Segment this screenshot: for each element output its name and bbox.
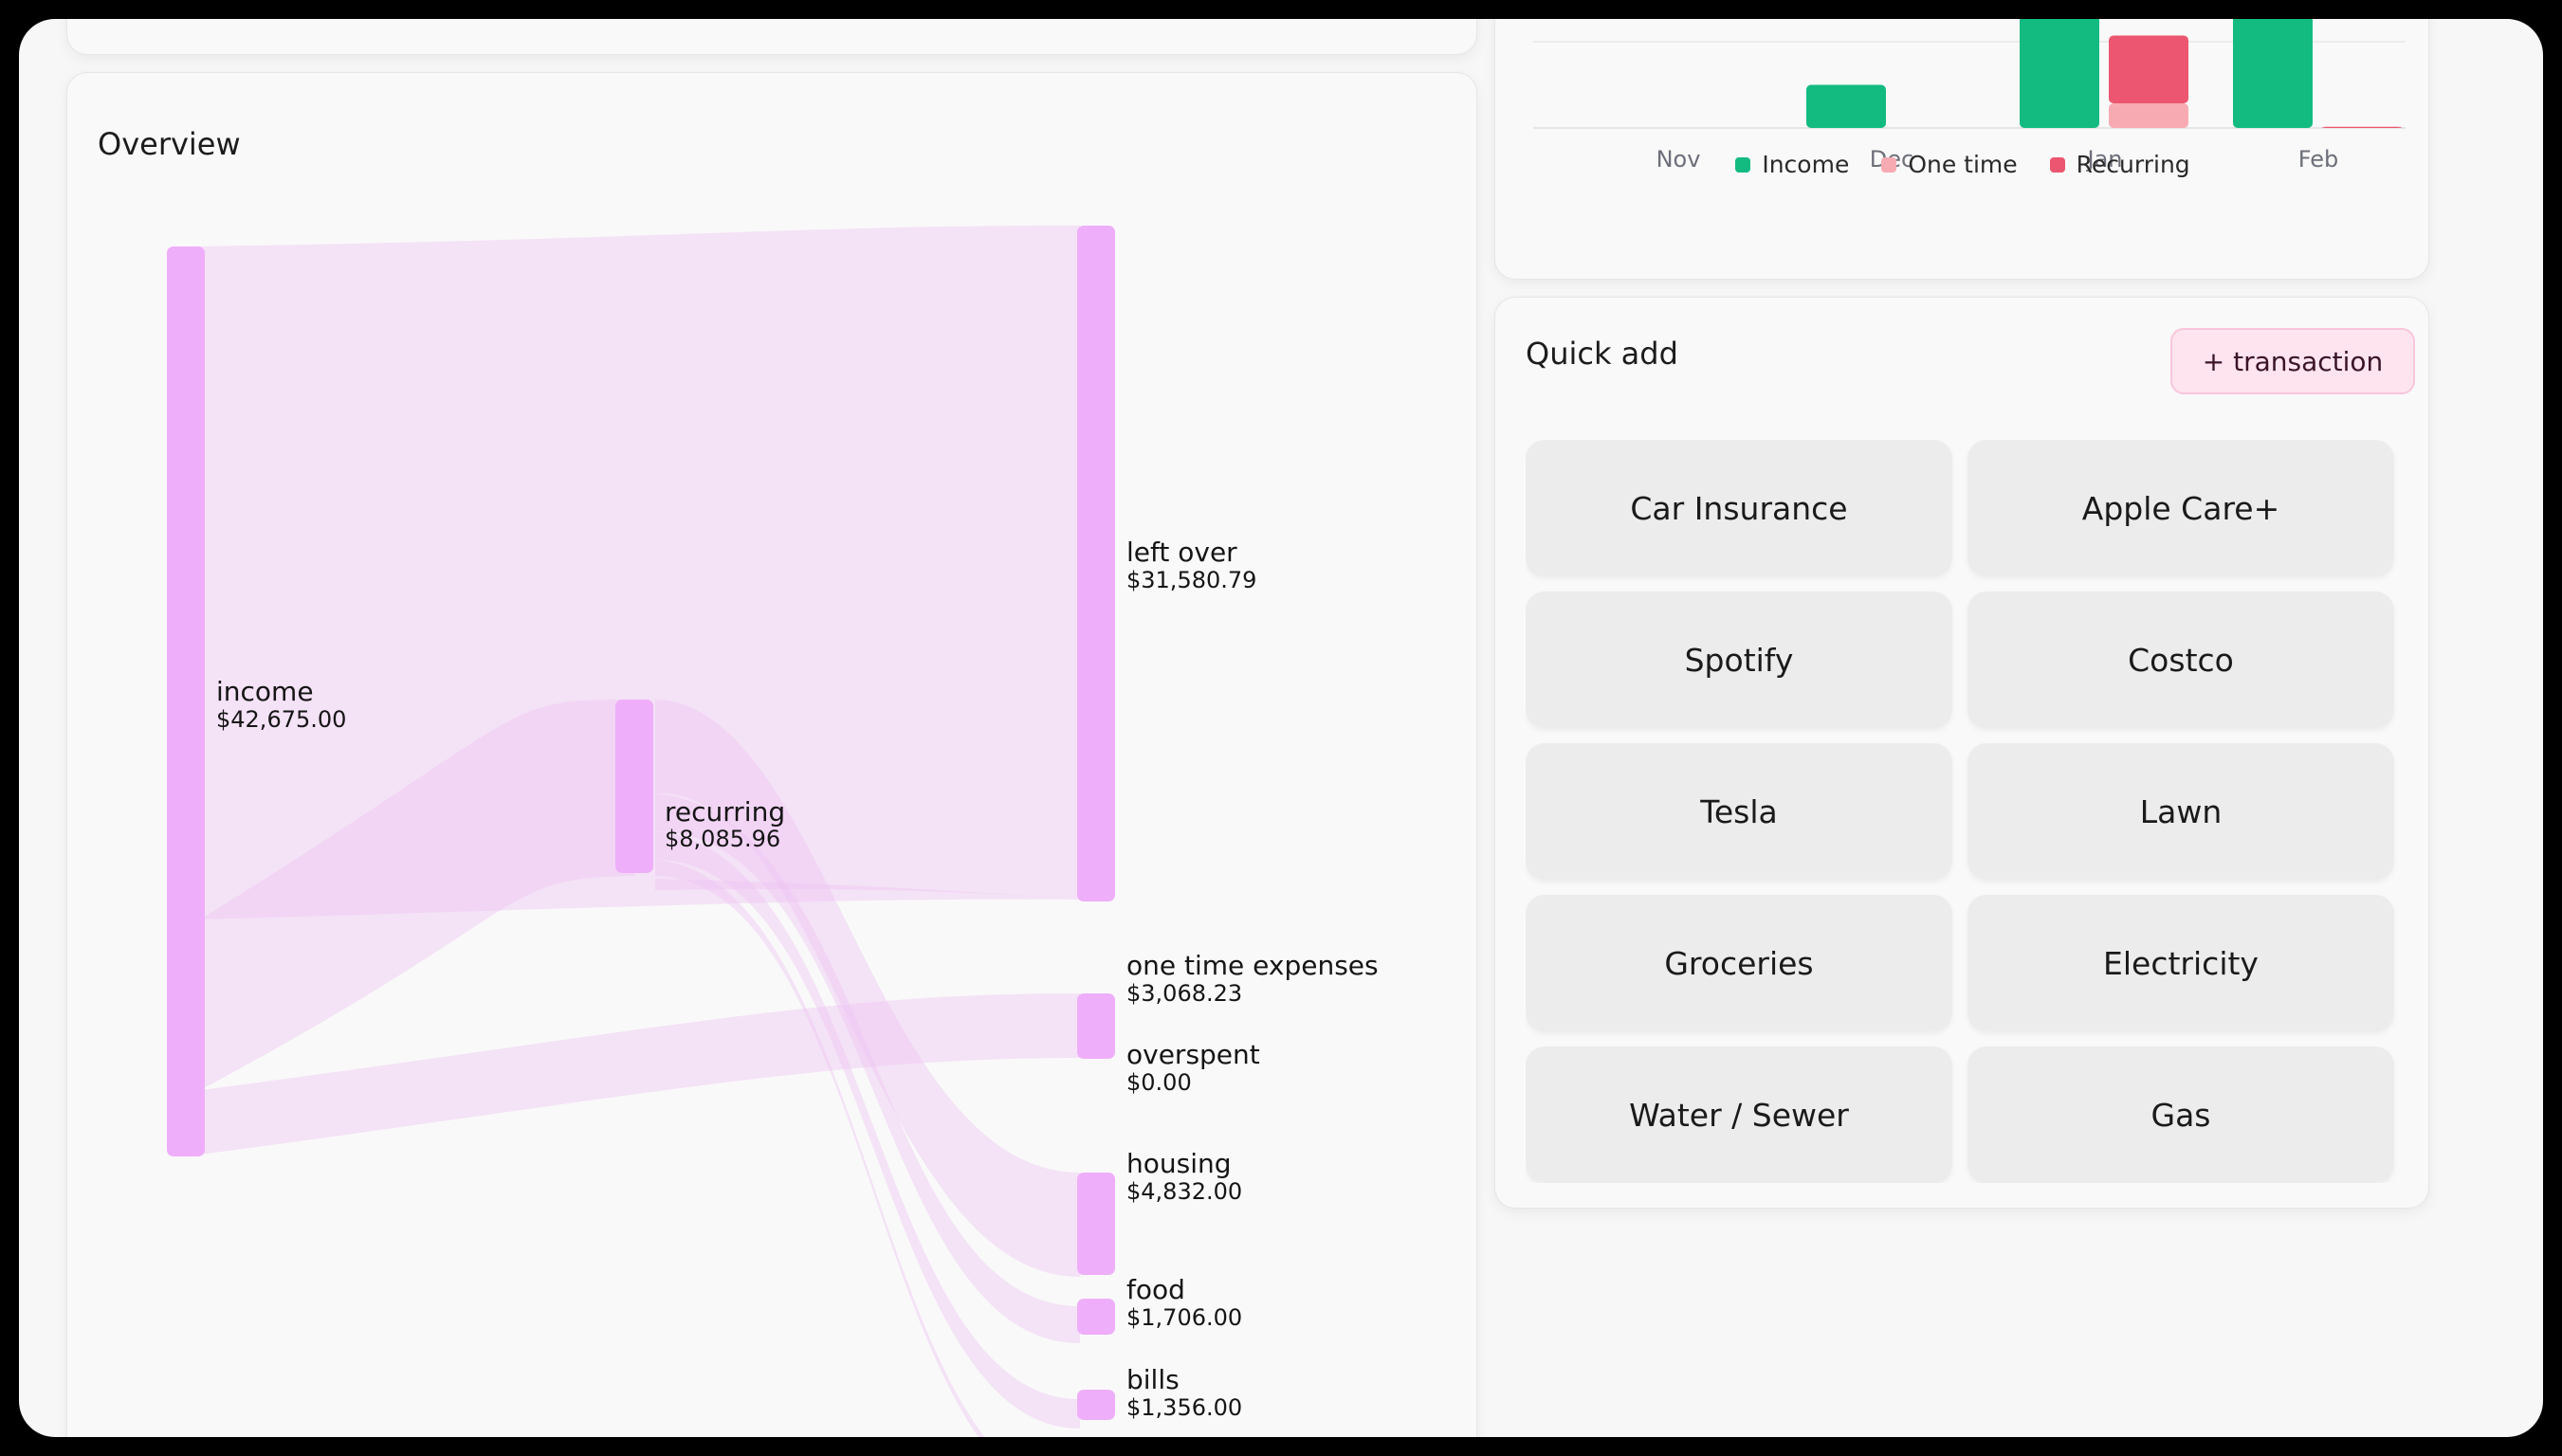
quick-add-groceries[interactable]: Groceries [1526, 895, 1952, 1031]
income-value: $42,675.00 [216, 706, 346, 733]
food-label: food [1126, 1274, 1185, 1305]
overview-card: Overview income $42,675.00 recurring $8,… [66, 72, 1477, 1437]
add-transaction-button[interactable]: + transaction [2170, 328, 2415, 394]
overspent-label: overspent [1126, 1039, 1260, 1070]
legend-income: Income [1735, 151, 1849, 178]
top-left-card [66, 19, 1477, 55]
legend-recurring-label: Recurring [2076, 151, 2190, 178]
quick-add-car-insurance[interactable]: Car Insurance [1526, 440, 1952, 576]
app-window: Overview income $42,675.00 recurring $8,… [19, 19, 2543, 1437]
quick-add-water-sewer[interactable]: Water / Sewer [1526, 1046, 1952, 1183]
legend-income-swatch [1735, 156, 1751, 173]
overspent-value: $0.00 [1126, 1069, 1192, 1096]
housing-label: housing [1126, 1148, 1232, 1179]
recurring-value: $8,085.96 [665, 826, 780, 852]
bar-income-jan [2020, 19, 2099, 128]
bills-label: bills [1126, 1364, 1180, 1395]
quick-add-grid: Car Insurance Apple Care+ Spotify Costco… [1526, 440, 2402, 1183]
quick-add-card: Quick add + transaction Car Insurance Ap… [1494, 297, 2429, 1209]
quick-add-gas[interactable]: Gas [1967, 1046, 2394, 1183]
bar-recurring-jan [2109, 35, 2188, 103]
left-over-label: left over [1126, 537, 1237, 568]
overview-sankey-chart: income $42,675.00 recurring $8,085.96 le… [167, 225, 1379, 1437]
quick-add-scroll-area[interactable]: Car Insurance Apple Care+ Spotify Costco… [1526, 440, 2402, 1183]
quick-add-spotify[interactable]: Spotify [1526, 592, 1952, 728]
bar-one-time-jan [2109, 103, 2188, 128]
legend-one-time-label: One time [1908, 151, 2018, 178]
quick-add-tesla[interactable]: Tesla [1526, 743, 1952, 880]
one-time-expenses-value: $3,068.23 [1126, 980, 1242, 1007]
link-recurring-bills [655, 831, 1080, 1429]
quick-add-lawn[interactable]: Lawn [1967, 743, 2394, 880]
legend-recurring-swatch [2049, 156, 2065, 173]
recurring-label: recurring [665, 796, 785, 828]
monthly-bar-chart: NovDecJanFeb [1533, 19, 2406, 172]
legend-one-time-swatch [1881, 156, 1897, 173]
monthly-bar-chart-card: NovDecJanFeb Income One time Recurring [1494, 19, 2429, 280]
bar-recurring-feb [2322, 126, 2402, 128]
food-value: $1,706.00 [1126, 1304, 1242, 1331]
left-over-value: $31,580.79 [1126, 567, 1256, 593]
quick-add-apple-care[interactable]: Apple Care+ [1967, 440, 2394, 576]
legend-recurring: Recurring [2049, 151, 2190, 178]
node-recurring [615, 700, 653, 873]
housing-value: $4,832.00 [1126, 1178, 1242, 1205]
one-time-expenses-label: one time expenses [1126, 950, 1379, 981]
quick-add-electricity[interactable]: Electricity [1967, 895, 2394, 1031]
node-income [167, 246, 205, 1156]
bar-income-feb [2233, 19, 2313, 128]
node-left-over [1077, 226, 1115, 901]
bar-income-dec [1806, 84, 1886, 128]
quick-add-title: Quick add [1526, 336, 1678, 372]
bills-value: $1,356.00 [1126, 1394, 1242, 1421]
node-food [1077, 1299, 1115, 1335]
link-recurring-other [655, 860, 985, 1437]
node-one-time-expenses [1077, 993, 1115, 1059]
income-label: income [216, 676, 314, 707]
legend-income-label: Income [1762, 151, 1850, 178]
node-housing [1077, 1173, 1115, 1275]
node-bills [1077, 1390, 1115, 1420]
legend-one-time: One time [1881, 151, 2018, 178]
chart-legend: Income One time Recurring [1495, 151, 2430, 178]
quick-add-costco[interactable]: Costco [1967, 592, 2394, 728]
